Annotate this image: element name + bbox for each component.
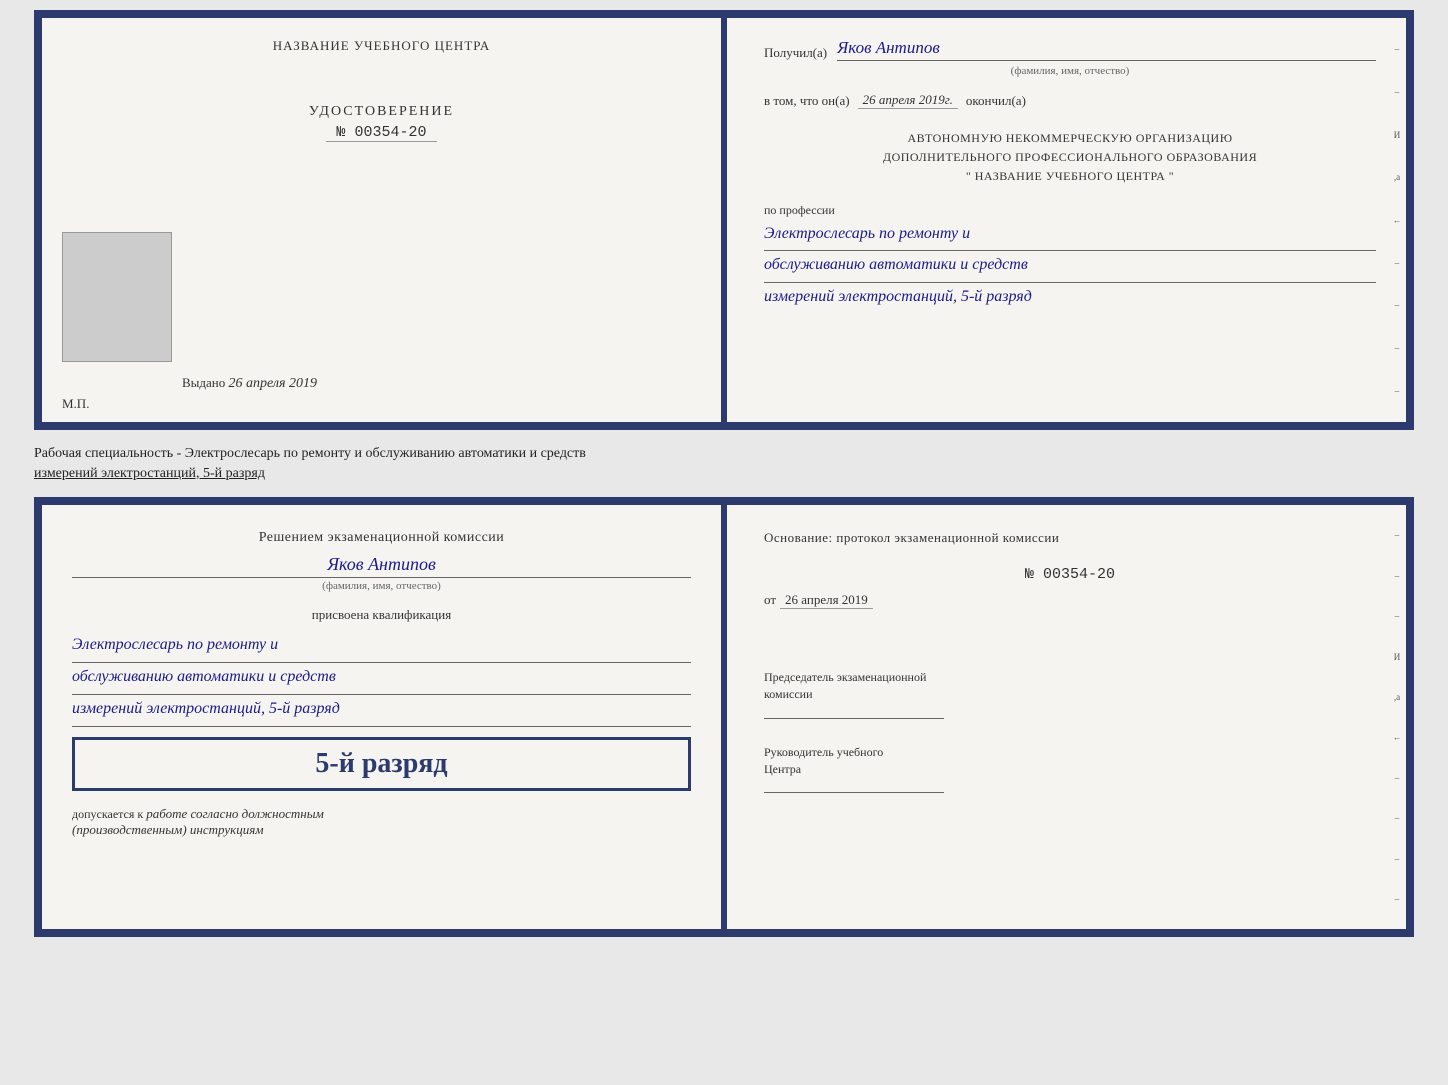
director-role: Руководитель учебного Центра: [764, 744, 1376, 778]
decision-fio: (фамилия, имя, отчество): [72, 580, 691, 592]
basis-date: 26 апреля 2019: [780, 592, 873, 609]
date-line: в том, что он(а) 26 апреля 2019г. окончи…: [764, 92, 1376, 109]
date-value: 26 апреля 2019г.: [858, 92, 958, 109]
issued-line: Выдано 26 апреля 2019: [182, 375, 317, 392]
top-left-page: НАЗВАНИЕ УЧЕБНОГО ЦЕНТРА УДОСТОВЕРЕНИЕ №…: [42, 18, 724, 422]
decision-name: Яков Антипов: [72, 554, 691, 578]
org-line2: ДОПОЛНИТЕЛЬНОГО ПРОФЕССИОНАЛЬНОГО ОБРАЗО…: [883, 150, 1257, 164]
basis-title: Основание: протокол экзаменационной коми…: [764, 530, 1376, 546]
profession-line2: обслуживанию автоматики и средств: [764, 251, 1376, 283]
separator-line2: измерений электростанций, 5-й разряд: [34, 466, 265, 481]
director-role1: Руководитель учебного: [764, 745, 883, 759]
chairman-role2: комиссии: [764, 687, 813, 701]
allowed-text: допускается к работе согласно должностны…: [72, 806, 691, 838]
qual-line2: обслуживанию автоматики и средств: [72, 663, 691, 695]
date-suffix: окончил(а): [966, 93, 1026, 109]
recipient-prefix: Получил(а): [764, 45, 827, 61]
assigned-label: присвоена квалификация: [72, 607, 691, 623]
profession-text: Электрослесарь по ремонту и обслуживанию…: [764, 220, 1376, 312]
ito-text: И: [1391, 130, 1403, 140]
qual-line3: измерений электростанций, 5-й разряд: [72, 695, 691, 727]
chairman-role: Председатель экзаменационной комиссии: [764, 669, 1376, 703]
fio-subtitle-top: (фамилия, имя, отчество): [764, 65, 1376, 77]
qualification-text: Электрослесарь по ремонту и обслуживанию…: [72, 631, 691, 726]
side-decoration: – – И ,а ← – – – –: [1388, 18, 1406, 422]
photo-placeholder: [62, 232, 172, 362]
director-signature-block: Руководитель учебного Центра: [764, 744, 1376, 809]
udost-number: № 00354-20: [326, 124, 436, 142]
chairman-role1: Председатель экзаменационной: [764, 670, 926, 684]
profession-line3: измерений электростанций, 5-й разряд: [764, 288, 1032, 305]
mp-label: М.П.: [62, 396, 89, 412]
recipient-name: Яков Антипов: [837, 38, 1376, 61]
side-decoration-bottom: – – – И ,а ← – – – –: [1388, 505, 1406, 929]
allowed-handwritten2: (производственным) инструкциям: [72, 822, 264, 837]
qual-line1: Электрослесарь по ремонту и: [72, 631, 691, 663]
allowed-handwritten1: работе согласно должностным: [146, 806, 324, 821]
date-prefix: в том, что он(а): [764, 93, 850, 109]
udost-title: УДОСТОВЕРЕНИЕ: [309, 104, 454, 120]
director-signature-line: [764, 792, 944, 793]
top-certificate: НАЗВАНИЕ УЧЕБНОГО ЦЕНТРА УДОСТОВЕРЕНИЕ №…: [34, 10, 1414, 430]
top-center-title: НАЗВАНИЕ УЧЕБНОГО ЦЕНТРА: [273, 38, 490, 54]
udost-section: УДОСТОВЕРЕНИЕ № 00354-20: [309, 104, 454, 142]
basis-date-prefix: от: [764, 592, 776, 607]
decision-title: Решением экзаменационной комиссии: [72, 530, 691, 546]
basis-number: № 00354-20: [764, 566, 1376, 583]
bottom-left-page: Решением экзаменационной комиссии Яков А…: [42, 505, 724, 929]
separator-text: Рабочая специальность - Электрослесарь п…: [34, 438, 1414, 489]
allowed-prefix: допускается к: [72, 807, 143, 821]
issued-date: 26 апреля 2019: [229, 376, 317, 391]
org-block: АВТОНОМНУЮ НЕКОММЕРЧЕСКУЮ ОРГАНИЗАЦИЮ ДО…: [764, 129, 1376, 187]
rank-badge: 5-й разряд: [72, 737, 691, 791]
recipient-line: Получил(а) Яков Антипов: [764, 38, 1376, 61]
chairman-signature-line: [764, 718, 944, 719]
profession-line1: Электрослесарь по ремонту и: [764, 220, 1376, 252]
bottom-certificate: Решением экзаменационной комиссии Яков А…: [34, 497, 1414, 937]
director-role2: Центра: [764, 762, 801, 776]
bottom-right-page: Основание: протокол экзаменационной коми…: [724, 505, 1406, 929]
chairman-signature-block: Председатель экзаменационной комиссии: [764, 669, 1376, 734]
separator-line1: Рабочая специальность - Электрослесарь п…: [34, 446, 586, 461]
org-line3: " НАЗВАНИЕ УЧЕБНОГО ЦЕНТРА ": [966, 169, 1174, 183]
profession-label: по профессии: [764, 203, 1376, 218]
top-right-page: Получил(а) Яков Антипов (фамилия, имя, о…: [724, 18, 1406, 422]
basis-date-line: от 26 апреля 2019: [764, 591, 1376, 634]
issued-prefix: Выдано: [182, 375, 225, 390]
org-line1: АВТОНОМНУЮ НЕКОММЕРЧЕСКУЮ ОРГАНИЗАЦИЮ: [907, 131, 1232, 145]
